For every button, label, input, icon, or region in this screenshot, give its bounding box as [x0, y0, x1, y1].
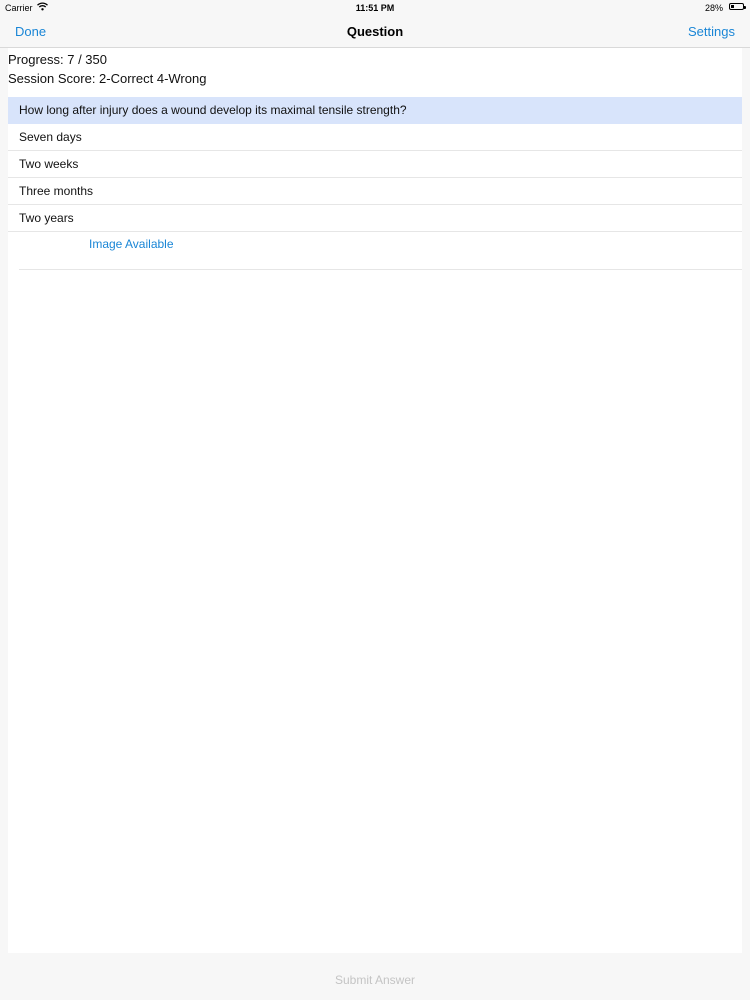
answer-option[interactable]: Two years: [8, 205, 742, 232]
progress-label: Progress: 7 / 350: [8, 52, 107, 67]
submit-answer-button[interactable]: Submit Answer: [0, 973, 750, 987]
navigation-bar: Done Question Settings: [0, 16, 750, 48]
answer-option[interactable]: Two weeks: [8, 151, 742, 178]
clock: 11:51 PM: [355, 3, 395, 13]
image-available-link[interactable]: Image Available: [89, 237, 174, 251]
answer-list: Seven days Two weeks Three months Two ye…: [8, 124, 742, 232]
question-text: How long after injury does a wound devel…: [8, 97, 742, 124]
status-bar: Carrier 11:51 PM 28%: [0, 0, 750, 16]
answer-option[interactable]: Seven days: [8, 124, 742, 151]
battery-percent: 28%: [704, 3, 723, 13]
session-score-label: Session Score: 2-Correct 4-Wrong: [8, 71, 207, 86]
battery-level: [731, 5, 734, 8]
settings-button[interactable]: Settings: [688, 24, 735, 39]
battery-icon: [729, 3, 746, 10]
image-link-row: Image Available: [19, 232, 742, 270]
page-title: Question: [346, 24, 404, 39]
answer-option[interactable]: Three months: [8, 178, 742, 205]
question-panel: Progress: 7 / 350 Session Score: 2-Corre…: [8, 48, 742, 953]
bottom-toolbar: Submit Answer: [0, 953, 750, 1000]
